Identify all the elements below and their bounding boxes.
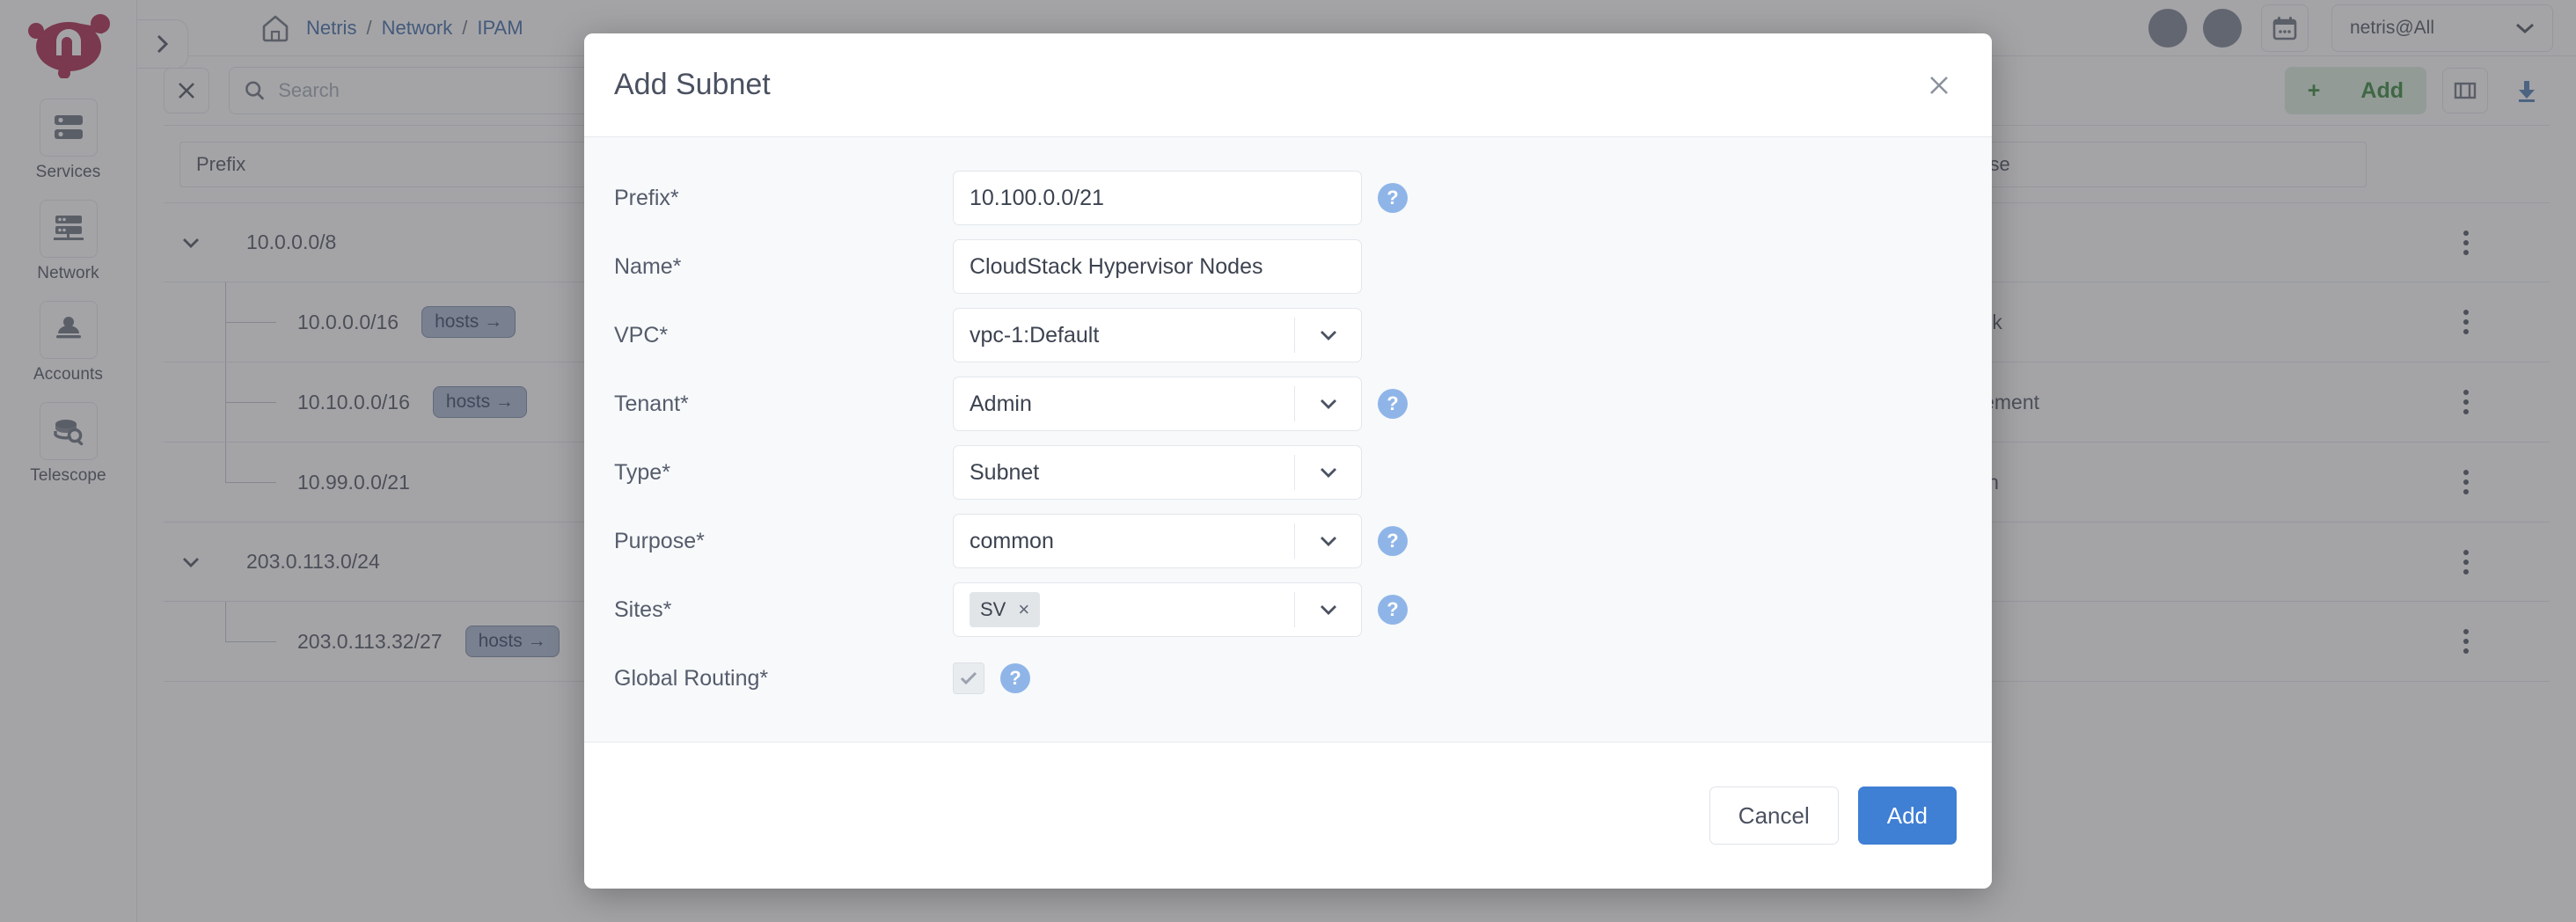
name-label: Name*: [614, 253, 682, 279]
purpose-select[interactable]: common: [953, 514, 1362, 568]
form-row-sites: Sites* SV × ?: [614, 582, 1962, 637]
sites-multiselect[interactable]: SV ×: [953, 582, 1362, 637]
close-icon[interactable]: [1920, 66, 1958, 105]
vpc-label: VPC*: [614, 322, 669, 348]
prefix-field[interactable]: [953, 171, 1362, 225]
chevron-down-icon[interactable]: [1294, 592, 1361, 627]
help-icon[interactable]: ?: [1000, 663, 1030, 693]
submit-add-button[interactable]: Add: [1857, 787, 1957, 845]
vpc-value: vpc-1:Default: [970, 322, 1100, 348]
chevron-down-icon[interactable]: [1294, 523, 1361, 559]
site-chip-label: SV: [980, 598, 1006, 620]
help-icon[interactable]: ?: [1378, 595, 1408, 625]
form-row-name: Name*: [614, 239, 1962, 294]
purpose-value: common: [970, 528, 1054, 553]
form-row-tenant: Tenant* Admin ?: [614, 377, 1962, 431]
add-subnet-modal: Add Subnet Prefix* ? Name* VPC*: [584, 33, 1992, 889]
help-icon[interactable]: ?: [1378, 183, 1408, 213]
modal-footer: Cancel Add: [584, 743, 1992, 889]
type-value: Subnet: [970, 459, 1040, 485]
form-row-global-routing: Global Routing* ?: [614, 651, 1962, 706]
help-icon[interactable]: ?: [1378, 526, 1408, 556]
tenant-select[interactable]: Admin: [953, 377, 1362, 431]
name-input[interactable]: [970, 253, 1361, 280]
site-chip-remove-icon[interactable]: ×: [1018, 600, 1029, 619]
form-row-purpose: Purpose* common ?: [614, 514, 1962, 568]
global-routing-label: Global Routing*: [614, 665, 769, 691]
purpose-label: Purpose*: [614, 528, 705, 553]
type-select[interactable]: Subnet: [953, 445, 1362, 500]
tenant-value: Admin: [970, 391, 1032, 416]
form-row-vpc: VPC* vpc-1:Default: [614, 308, 1962, 362]
chevron-down-icon[interactable]: [1294, 386, 1361, 421]
type-label: Type*: [614, 459, 670, 485]
modal-body: Prefix* ? Name* VPC* vpc-1:Default: [584, 136, 1992, 743]
vpc-select[interactable]: vpc-1:Default: [953, 308, 1362, 362]
chevron-down-icon[interactable]: [1294, 318, 1361, 353]
modal-header: Add Subnet: [584, 33, 1992, 136]
form-row-type: Type* Subnet: [614, 445, 1962, 500]
prefix-label: Prefix*: [614, 185, 679, 210]
sites-label: Sites*: [614, 596, 672, 622]
cancel-button[interactable]: Cancel: [1709, 787, 1839, 845]
prefix-input[interactable]: [970, 185, 1361, 211]
chevron-down-icon[interactable]: [1294, 455, 1361, 490]
site-chip[interactable]: SV ×: [970, 592, 1041, 627]
tenant-label: Tenant*: [614, 391, 689, 416]
form-row-prefix: Prefix* ?: [614, 171, 1962, 225]
modal-title: Add Subnet: [614, 68, 771, 101]
name-field[interactable]: [953, 239, 1362, 294]
global-routing-checkbox[interactable]: [953, 662, 984, 694]
help-icon[interactable]: ?: [1378, 389, 1408, 419]
check-icon: [960, 671, 977, 685]
